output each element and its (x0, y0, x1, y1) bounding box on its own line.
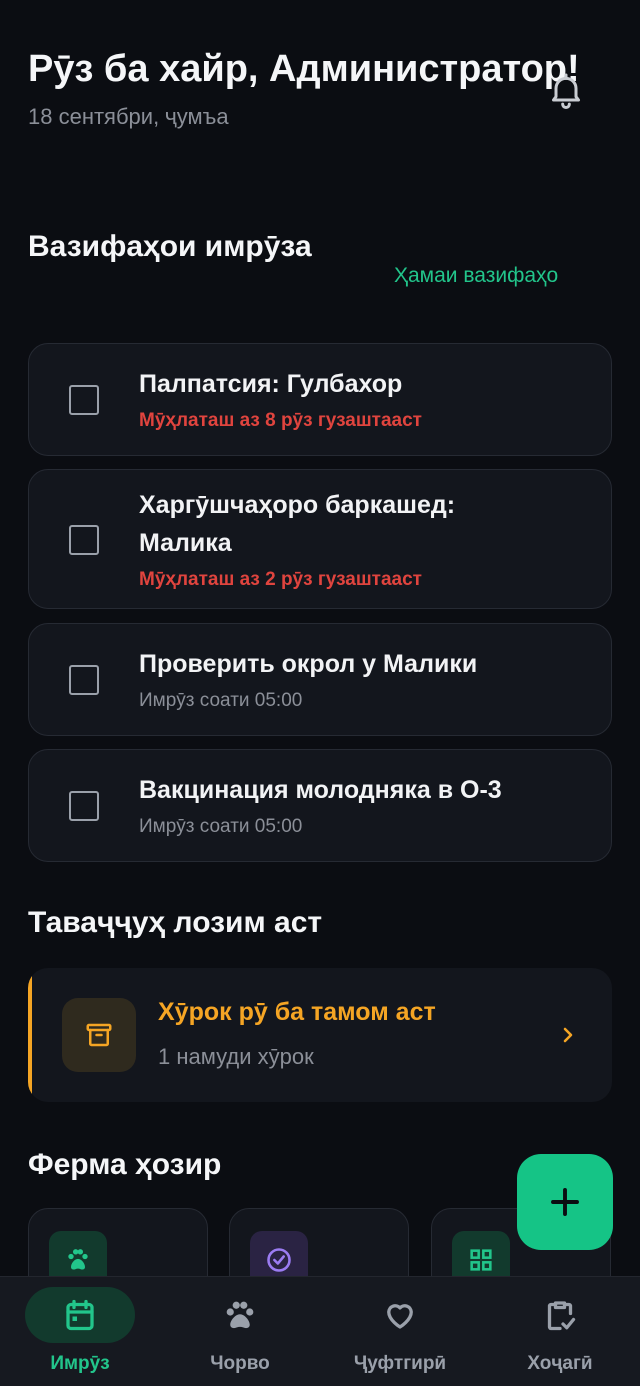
task-checkbox[interactable] (69, 525, 99, 555)
clipboard-check-icon (547, 1301, 576, 1331)
alert-accent-bar (28, 968, 32, 1102)
header: Рӯз ба хайр, Администратор! 18 сентябри,… (28, 46, 588, 130)
task-due-status: Мӯҳлаташ аз 8 рӯз гузаштааст (139, 410, 422, 431)
alert-subtitle: 1 намуди хӯрок (158, 1044, 314, 1069)
archive-box-icon (86, 1023, 112, 1047)
chevron-right-icon (563, 1027, 573, 1043)
task-due-time: Имрӯз соати 05:00 (139, 690, 303, 711)
nav-item-breeding[interactable]: Ҷуфтгирӣ (320, 1277, 480, 1386)
bottom-navigation: Имрӯз Чорво Ҷуфтгирӣ Хоҷагӣ (0, 1276, 640, 1386)
grid-icon (470, 1249, 492, 1271)
alert-icon-container (62, 998, 136, 1072)
task-title: Палпатсия: Гулбахор (139, 370, 403, 398)
task-card-4[interactable]: Вакцинация молодняка в О-3 Имрӯз соати 0… (28, 749, 612, 862)
bell-icon (552, 73, 580, 109)
task-title: Харгӯшчаҳоро баркашед: Малика (139, 491, 456, 557)
notifications-button[interactable] (546, 70, 586, 110)
calendar-icon (66, 1299, 94, 1331)
paw-icon (226, 1301, 254, 1329)
all-tasks-link[interactable]: Ҳамаи вазифаҳо (394, 264, 558, 288)
task-title: Проверить окрол у Малики (139, 650, 478, 678)
attention-title: Таваҷҷуҳ лозим аст (28, 906, 323, 939)
task-checkbox[interactable] (69, 791, 99, 821)
task-due-time: Имрӯз соати 05:00 (139, 816, 303, 837)
task-checkbox[interactable] (69, 385, 99, 415)
nav-label: Хоҷагӣ (527, 1353, 593, 1374)
current-date: 18 сентябри, ҷумъа (28, 104, 229, 129)
nav-item-today[interactable]: Имрӯз (0, 1277, 160, 1386)
nav-label: Имрӯз (50, 1353, 110, 1374)
greeting-title: Рӯз ба хайр, Администратор! (28, 48, 580, 90)
alert-title: Хӯрок рӯ ба тамом аст (158, 998, 436, 1026)
heart-icon (387, 1304, 413, 1329)
nav-label: Чорво (210, 1353, 270, 1374)
task-card-2[interactable]: Харгӯшчаҳоро баркашед: Малика Мӯҳлаташ а… (28, 469, 612, 609)
check-circle-icon (267, 1248, 291, 1272)
nav-item-livestock[interactable]: Чорво (160, 1277, 320, 1386)
paw-icon (68, 1249, 88, 1270)
plus-icon (551, 1188, 579, 1216)
today-tasks-title: Вазифаҳои имрӯза (28, 230, 312, 263)
nav-label: Ҷуфтгирӣ (353, 1353, 447, 1374)
task-card-3[interactable]: Проверить окрол у Малики Имрӯз соати 05:… (28, 623, 612, 736)
add-button[interactable] (517, 1154, 613, 1250)
task-title: Вакцинация молодняка в О-3 (139, 776, 502, 804)
nav-item-farm[interactable]: Хоҷагӣ (480, 1277, 640, 1386)
task-checkbox[interactable] (69, 665, 99, 695)
low-feed-alert[interactable]: Хӯрок рӯ ба тамом аст 1 намуди хӯрок (28, 968, 612, 1102)
farm-now-title: Ферма ҳозир (28, 1148, 222, 1181)
task-due-status: Мӯҳлаташ аз 2 рӯз гузаштааст (139, 569, 422, 590)
task-card-1[interactable]: Палпатсия: Гулбахор Мӯҳлаташ аз 8 рӯз гу… (28, 343, 612, 456)
